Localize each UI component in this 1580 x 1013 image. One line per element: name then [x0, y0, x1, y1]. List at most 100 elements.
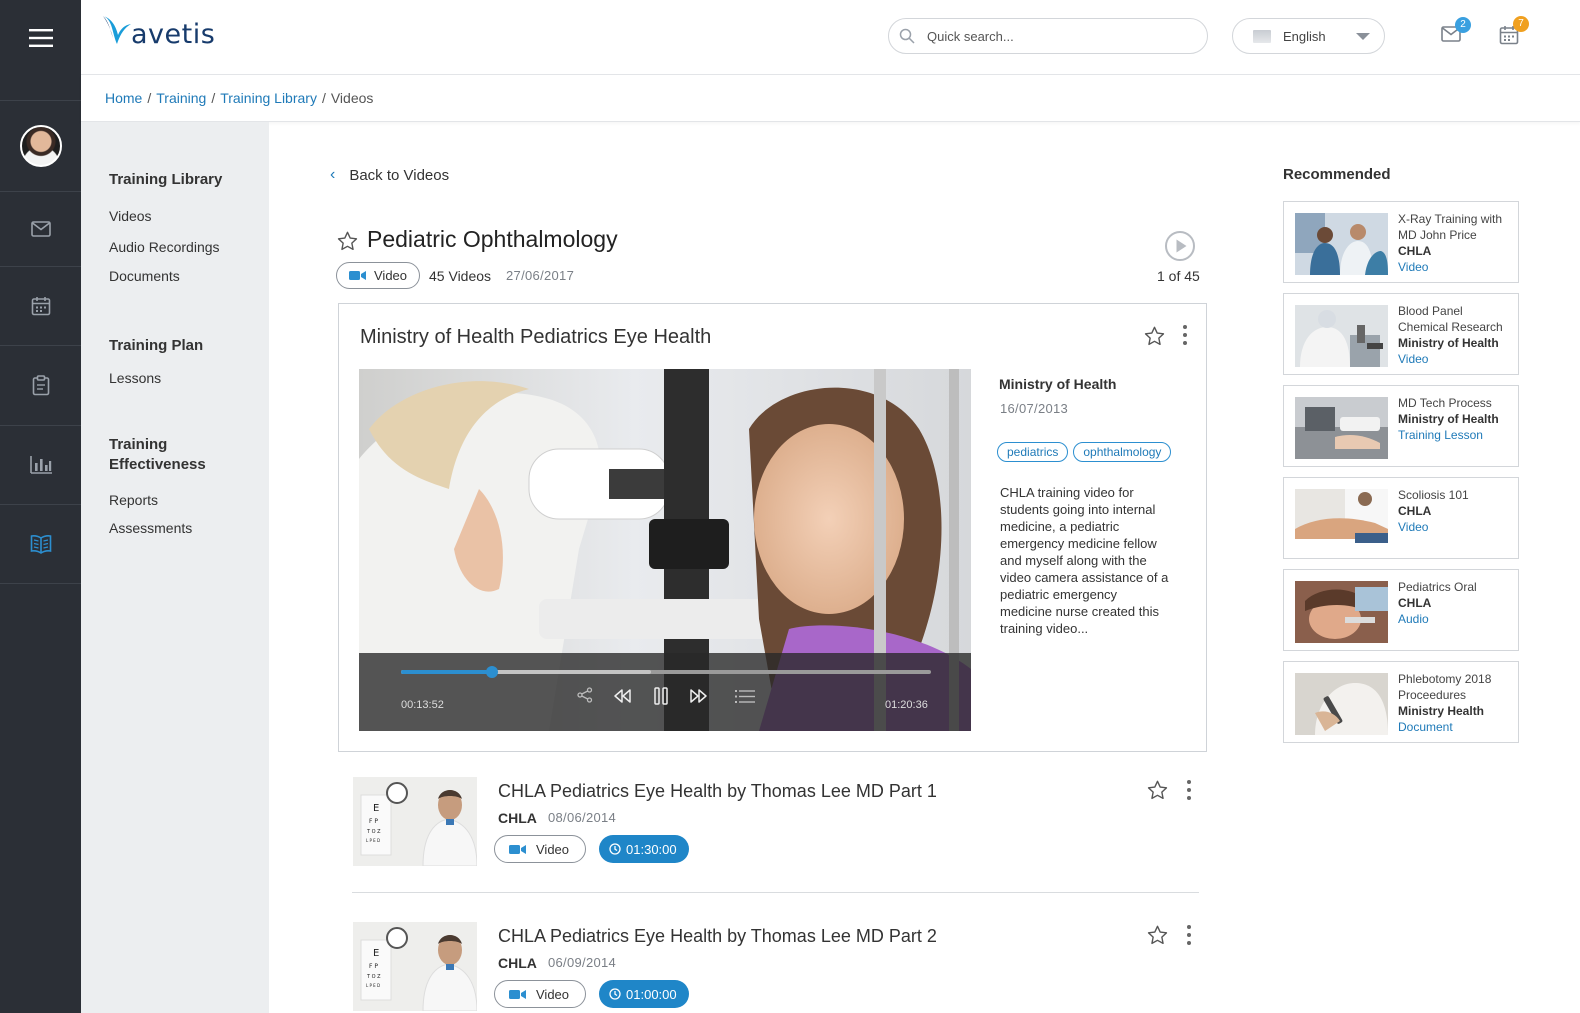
favorite-star-icon[interactable]: [1144, 326, 1165, 346]
back-label: Back to Videos: [349, 166, 450, 184]
phlebotomy-image: [1295, 673, 1388, 735]
list-item[interactable]: E F P T O Z L P E D CHLA Pediatrics Eye Hea…: [353, 777, 1199, 866]
recommended-text: Pediatrics Oral CHLA Audio: [1398, 579, 1513, 627]
sidebar-item-reports[interactable]: Reports: [109, 492, 158, 508]
recommended-item[interactable]: X-Ray Training with MD John Price CHLA V…: [1283, 201, 1519, 283]
sidebar-item-assessments[interactable]: Assessments: [109, 520, 192, 536]
recommended-item[interactable]: Scoliosis 101 CHLA Video: [1283, 477, 1519, 559]
recommended-thumbnail: [1295, 213, 1388, 275]
rail-analytics[interactable]: [0, 426, 81, 505]
share-icon[interactable]: [577, 687, 593, 703]
clock-icon: [609, 988, 621, 1000]
tech-process-image: [1295, 397, 1388, 459]
more-options-icon[interactable]: [1187, 780, 1191, 804]
menu-button[interactable]: [0, 0, 81, 75]
playlist-icon[interactable]: [735, 690, 755, 703]
item-date: 06/09/2014: [548, 955, 617, 970]
duration-badge: 01:00:00: [599, 980, 689, 1008]
recommended-item[interactable]: Phlebotomy 2018 Proceedures Ministry Hea…: [1283, 661, 1519, 743]
messages-button[interactable]: 2: [1441, 17, 1471, 47]
recommended-title[interactable]: Phlebotomy 2018 Proceedures: [1398, 672, 1491, 702]
item-title[interactable]: CHLA Pediatrics Eye Health by Thomas Lee…: [498, 926, 937, 947]
flag-icon: [1253, 29, 1271, 43]
featured-description: CHLA training video for students going i…: [1000, 485, 1169, 636]
recommended-org: CHLA: [1398, 596, 1432, 610]
recommended-thumbnail: [1295, 581, 1388, 643]
favorite-star-icon[interactable]: [337, 231, 358, 251]
featured-video-card: Ministry of Health Pediatrics Eye Health: [338, 303, 1207, 752]
sidebar-item-audio-recordings[interactable]: Audio Recordings: [109, 239, 220, 255]
search-input[interactable]: [927, 28, 1187, 44]
recommended-item[interactable]: Blood Panel Chemical Research Ministry o…: [1283, 293, 1519, 375]
svg-text:E: E: [373, 803, 379, 814]
quick-search[interactable]: [888, 18, 1208, 54]
recommended-thumbnail: [1295, 489, 1388, 551]
duration-label: 01:30:00: [626, 841, 677, 857]
recommended-title[interactable]: MD Tech Process: [1398, 396, 1492, 410]
calendar-button[interactable]: 7: [1499, 16, 1529, 50]
fast-forward-icon[interactable]: [688, 688, 708, 704]
item-title[interactable]: CHLA Pediatrics Eye Health by Thomas Lee…: [498, 781, 937, 802]
svg-text:T O Z: T O Z: [366, 974, 381, 980]
video-thumbnail[interactable]: E F P T O Z L P E D: [353, 922, 477, 1011]
logo-text: avetis: [131, 19, 216, 50]
breadcrumb-training-library[interactable]: Training Library: [220, 90, 317, 106]
recommended-title[interactable]: Blood Panel Chemical Research: [1398, 304, 1503, 334]
play-all-icon[interactable]: [1164, 230, 1196, 262]
progress-handle[interactable]: [486, 666, 499, 678]
user-avatar-button[interactable]: [0, 100, 81, 192]
recommended-title[interactable]: X-Ray Training with MD John Price: [1398, 212, 1502, 242]
rail-clipboard[interactable]: [0, 346, 81, 426]
blood-panel-image: [1295, 305, 1388, 367]
playlist-position: 1 of 45: [1157, 268, 1200, 284]
rail-training-library[interactable]: [0, 505, 81, 584]
recommended-item[interactable]: MD Tech Process Ministry of Health Train…: [1283, 385, 1519, 467]
recommended-type: Audio: [1398, 612, 1429, 626]
type-badge: Video: [336, 262, 421, 289]
rail-calendar[interactable]: [0, 267, 81, 346]
recommended-title[interactable]: Pediatrics Oral: [1398, 580, 1477, 594]
video-player[interactable]: 00:13:52 01:20:36: [359, 369, 971, 731]
favorite-star-icon[interactable]: [1147, 925, 1168, 945]
video-thumbnail[interactable]: E F P T O Z L P E D: [353, 777, 477, 866]
favorite-star-icon[interactable]: [1147, 780, 1168, 800]
scoliosis-image: [1295, 489, 1388, 551]
sidebar-item-documents[interactable]: Documents: [109, 268, 180, 284]
back-to-videos-link[interactable]: ‹ Back to Videos: [330, 166, 449, 184]
language-label: English: [1283, 28, 1326, 44]
rewind-icon[interactable]: [613, 688, 633, 704]
recommended-item[interactable]: Pediatrics Oral CHLA Audio: [1283, 569, 1519, 651]
tag-ophthalmology[interactable]: ophthalmology: [1073, 442, 1172, 462]
rail-mail[interactable]: [0, 192, 81, 267]
logo[interactable]: avetis: [101, 14, 215, 48]
sidebar-heading-training-effectiveness: Training Effectiveness: [109, 436, 206, 473]
list-item[interactable]: E F P T O Z L P E D CHLA Pediatrics Eye Hea…: [353, 922, 1199, 1011]
more-options-icon[interactable]: [1187, 925, 1191, 949]
collection-meta: Video 45 Videos 27/06/2017: [336, 262, 574, 289]
list-divider: [352, 892, 1199, 893]
breadcrumb-home[interactable]: Home: [105, 90, 142, 106]
pause-icon[interactable]: [654, 687, 668, 705]
more-options-icon[interactable]: [1183, 325, 1187, 349]
recommended-text: X-Ray Training with MD John Price CHLA V…: [1398, 211, 1513, 275]
top-header: avetis English 2 7: [81, 0, 1580, 75]
hamburger-icon: [28, 28, 53, 47]
sidebar-item-videos[interactable]: Videos: [109, 208, 152, 224]
total-duration: 01:20:36: [885, 699, 928, 711]
doctor-eye-chart-image: E F P T O Z L P E D: [353, 777, 477, 866]
sidebar-heading-training-library: Training Library: [109, 171, 223, 188]
svg-text:L P E D: L P E D: [366, 983, 380, 988]
recommended-text: Phlebotomy 2018 Proceedures Ministry Hea…: [1398, 671, 1513, 735]
tag-pediatrics[interactable]: pediatrics: [997, 442, 1069, 462]
svg-text:F P: F P: [369, 818, 378, 825]
recommended-thumbnail: [1295, 397, 1388, 459]
calendar-icon: [31, 297, 50, 316]
progress-bar[interactable]: [401, 666, 931, 678]
recommended-title[interactable]: Scoliosis 101: [1398, 488, 1469, 502]
type-label: Video: [536, 841, 570, 857]
sidebar-item-lessons[interactable]: Lessons: [109, 370, 161, 386]
breadcrumb-training[interactable]: Training: [156, 90, 206, 106]
sidebar-heading-training-plan: Training Plan: [109, 337, 204, 354]
language-select[interactable]: English: [1232, 18, 1385, 54]
collection-date: 27/06/2017: [506, 268, 575, 283]
